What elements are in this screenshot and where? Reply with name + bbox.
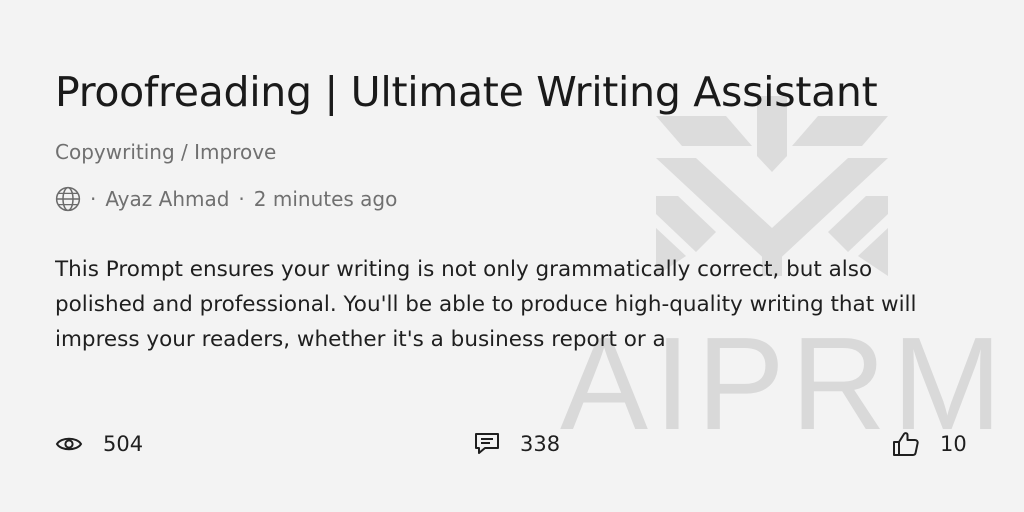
prompt-title[interactable]: Proofreading | Ultimate Writing Assistan… xyxy=(55,64,878,120)
views-count: 504 xyxy=(103,432,144,456)
aiprm-logo-watermark xyxy=(656,96,888,276)
likes-stat[interactable]: 10 xyxy=(892,428,967,460)
breadcrumb-category-link[interactable]: Copywriting xyxy=(55,140,175,164)
prompt-card: AIPRM Proofreading | Ultimate Writing As… xyxy=(0,0,1024,512)
likes-count: 10 xyxy=(940,432,967,456)
timestamp: 2 minutes ago xyxy=(253,187,398,211)
meta-separator: · xyxy=(238,187,245,211)
eye-icon xyxy=(55,437,83,451)
breadcrumb-separator: / xyxy=(174,140,195,164)
breadcrumb: Copywriting / Improve xyxy=(55,138,276,166)
meta-separator: · xyxy=(90,187,97,211)
comments-count: 338 xyxy=(520,432,561,456)
thumbs-up-icon[interactable] xyxy=(892,431,920,457)
comment-icon xyxy=(475,433,499,454)
prompt-meta: · Ayaz Ahmad · 2 minutes ago xyxy=(55,184,397,214)
globe-icon xyxy=(55,186,81,212)
views-stat: 504 xyxy=(55,428,143,460)
breadcrumb-subcategory-link[interactable]: Improve xyxy=(194,140,276,164)
comments-stat[interactable]: 338 xyxy=(474,428,560,460)
author-name[interactable]: Ayaz Ahmad xyxy=(105,187,229,211)
prompt-description: This Prompt ensures your writing is not … xyxy=(55,257,917,352)
